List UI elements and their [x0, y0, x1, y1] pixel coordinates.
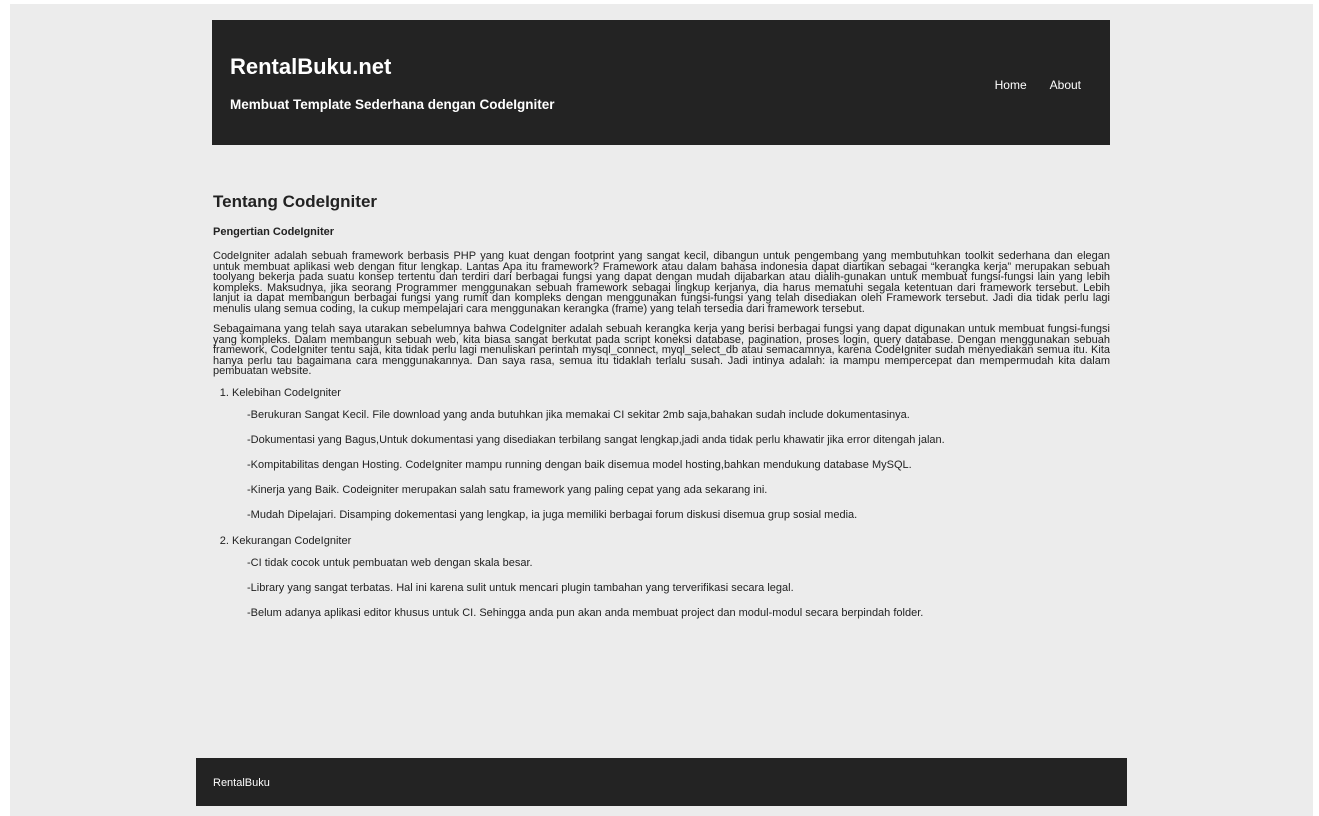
page-title: Tentang CodeIgniter [213, 192, 378, 211]
section-title: Pengertian CodeIgniter [213, 226, 335, 238]
list-item: Kekurangan CodeIgniter -CI tidak cocok u… [232, 535, 1110, 619]
page-background: RentalBuku.net Membuat Template Sederhan… [10, 4, 1313, 816]
list-heading: Kelebihan CodeIgniter [232, 386, 341, 399]
site-subtitle: Membuat Template Sederhana dengan CodeIg… [230, 97, 555, 112]
site-title: RentalBuku.net [230, 54, 392, 79]
paragraph: Sebagaimana yang telah saya utarakan seb… [213, 323, 1110, 377]
site-footer: RentalBuku [196, 758, 1127, 806]
list-subitem: -Dokumentasi yang Bagus,Untuk dokumentas… [247, 433, 945, 446]
list-subitem: -Berukuran Sangat Kecil. File download y… [247, 408, 910, 421]
footer-text: RentalBuku [213, 777, 270, 789]
nav-about-link[interactable]: About [1050, 78, 1081, 92]
nav-home-link[interactable]: Home [995, 78, 1027, 92]
list-subitem: -Kompitabilitas dengan Hosting. CodeIgni… [247, 458, 912, 471]
site-header: RentalBuku.net Membuat Template Sederhan… [212, 20, 1110, 145]
list-subitem: -Belum adanya aplikasi editor khusus unt… [247, 606, 924, 619]
list-heading: Kekurangan CodeIgniter [232, 534, 352, 547]
list-subitem: -Kinerja yang Baik. Codeigniter merupaka… [247, 483, 768, 496]
feature-list: Kelebihan CodeIgniter -Berukuran Sangat … [213, 387, 1110, 619]
list-subitem: -CI tidak cocok untuk pembuatan web deng… [247, 556, 533, 569]
main-nav: Home About [995, 78, 1081, 92]
list-subitem: -Library yang sangat terbatas. Hal ini k… [247, 581, 794, 594]
list-item: Kelebihan CodeIgniter -Berukuran Sangat … [232, 387, 1110, 521]
list-subitem: -Mudah Dipelajari. Disamping dokementasi… [247, 508, 858, 521]
main-content: Tentang CodeIgniter Pengertian CodeIgnit… [213, 192, 1110, 633]
paragraph: CodeIgniter adalah sebuah framework berb… [213, 250, 1110, 315]
